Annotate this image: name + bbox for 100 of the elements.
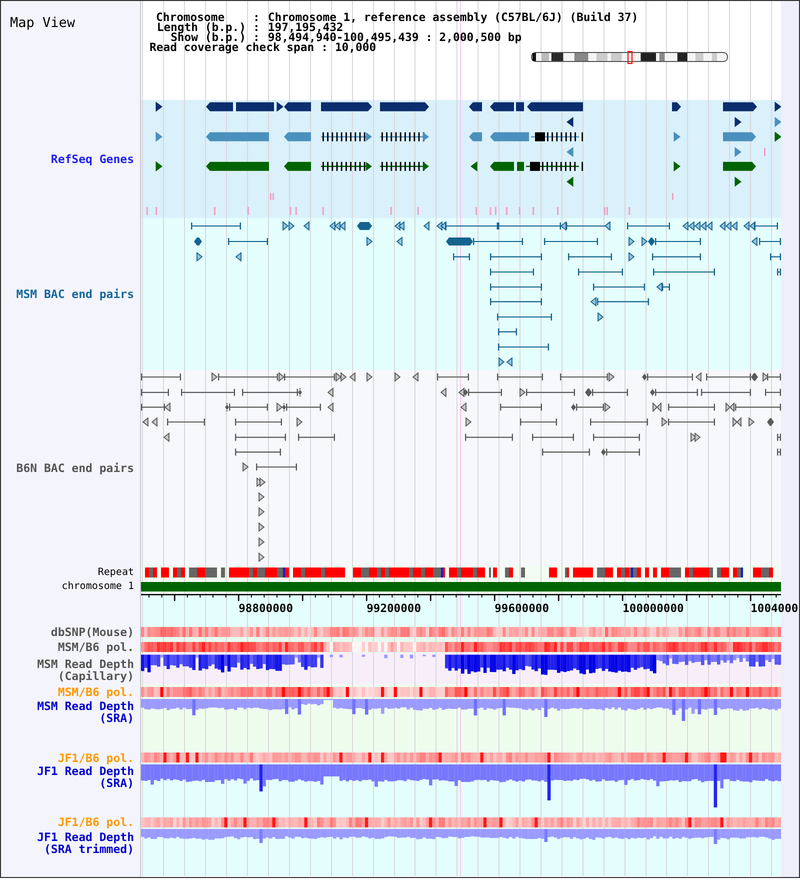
info-value: Chromosome 1, reference assembly (C57BL/6J) (Build 37) bbox=[268, 12, 638, 22]
bac-end-pair-lane bbox=[258, 522, 265, 532]
axis-tick-label: 1004000 bbox=[750, 603, 798, 615]
track-label: MSM Read Depth bbox=[37, 700, 134, 712]
gene-model bbox=[527, 102, 583, 112]
info-separator: : bbox=[253, 22, 260, 32]
bac-end-pair-lane bbox=[256, 477, 266, 488]
gene-model bbox=[284, 132, 311, 142]
bac-end-pair-lane bbox=[498, 344, 549, 350]
bac-end-pair-lane bbox=[498, 357, 512, 367]
track-label: MSM/B6 pol. bbox=[58, 687, 134, 697]
track-label: JF1/B6 pol. bbox=[58, 752, 134, 762]
track-sublabel: (SRA trimmed) bbox=[44, 843, 134, 855]
info-label: Chromosome bbox=[156, 12, 225, 22]
track-label: RefSeq Genes bbox=[50, 152, 134, 166]
gene-model bbox=[490, 132, 529, 142]
gene-model bbox=[380, 162, 429, 171]
page-title: Map View bbox=[10, 15, 76, 31]
track-label: chromosome 1 bbox=[62, 581, 134, 593]
gene-model bbox=[470, 161, 478, 172]
feature-tick bbox=[490, 207, 492, 215]
bac-end-pair-lane bbox=[242, 462, 297, 472]
gene-model bbox=[723, 102, 757, 112]
feature-tick bbox=[532, 207, 534, 215]
gene-model bbox=[566, 176, 574, 187]
gene-model bbox=[206, 102, 233, 112]
info-separator: : bbox=[321, 42, 328, 52]
bac-end-pair-lane bbox=[258, 537, 265, 547]
feature-tick bbox=[247, 207, 249, 215]
feature-tick bbox=[214, 207, 216, 215]
feature-tick bbox=[390, 207, 392, 215]
gene-model bbox=[156, 161, 162, 172]
gene-model bbox=[531, 132, 583, 142]
info-value: 197,195,432 bbox=[268, 22, 344, 32]
feature-tick bbox=[417, 207, 419, 215]
track-label: MSM Read Depth bbox=[37, 658, 134, 670]
gene-model bbox=[672, 102, 681, 112]
gene-model bbox=[490, 162, 514, 171]
gene-model bbox=[674, 132, 680, 142]
track-label: JF1 Read Depth bbox=[37, 765, 134, 777]
gene-model bbox=[284, 162, 311, 171]
feature-tick bbox=[764, 148, 766, 156]
gene-model bbox=[469, 132, 482, 142]
gene-model bbox=[566, 116, 574, 128]
feature-tick bbox=[672, 193, 674, 200]
bac-end-pair-lane bbox=[258, 506, 265, 517]
gene-model bbox=[321, 102, 372, 112]
gene-model bbox=[206, 132, 269, 142]
gene-model bbox=[526, 162, 583, 171]
track-sublabel: (SRA) bbox=[99, 777, 134, 789]
gene-model bbox=[380, 132, 429, 142]
feature-tick bbox=[156, 207, 158, 215]
gene-model bbox=[236, 102, 274, 112]
info-label: Show (b.p.) bbox=[170, 32, 246, 42]
feature-tick bbox=[494, 207, 496, 215]
gene-model bbox=[566, 146, 574, 158]
track-label: JF1/B6 pol. bbox=[58, 817, 134, 828]
gene-model bbox=[321, 162, 372, 171]
gene-model bbox=[321, 132, 372, 142]
info-label: Read coverage check span bbox=[150, 42, 314, 52]
track-label: Repeat bbox=[98, 566, 134, 578]
info-separator: : bbox=[253, 12, 260, 22]
feature-tick bbox=[322, 207, 324, 215]
gene-model bbox=[723, 132, 756, 142]
bac-end-pair-lane bbox=[258, 552, 265, 562]
gene-model bbox=[734, 146, 742, 158]
track-label: dbSNP(Mouse) bbox=[50, 627, 134, 637]
feature-tick bbox=[557, 207, 558, 215]
gene-model bbox=[516, 102, 524, 112]
gene-model bbox=[734, 116, 742, 128]
gene-model bbox=[517, 162, 524, 171]
gene-model bbox=[469, 102, 482, 112]
gene-model bbox=[734, 176, 742, 187]
axis-tick-label: 98800000 bbox=[238, 603, 294, 615]
feature-tick bbox=[518, 207, 520, 215]
bac-end-pair-lane bbox=[498, 328, 517, 336]
track-label: JF1 Read Depth bbox=[37, 831, 134, 843]
gene-model bbox=[156, 132, 162, 142]
region-marker-icon bbox=[628, 51, 632, 64]
feature-tick bbox=[290, 207, 292, 215]
axis-tick-label: 99200000 bbox=[366, 603, 422, 615]
feature-tick bbox=[295, 207, 297, 215]
info-value: 10,000 bbox=[334, 42, 376, 52]
axis-tick-label: 99600000 bbox=[494, 603, 550, 615]
feature-tick bbox=[476, 207, 477, 215]
info-separator: : bbox=[253, 32, 260, 42]
track-sublabel: (SRA) bbox=[99, 712, 134, 724]
gene-model bbox=[380, 102, 429, 112]
gene-model bbox=[156, 102, 162, 112]
feature-tick bbox=[628, 207, 630, 215]
track-label: MSM BAC end pairs bbox=[16, 287, 134, 301]
gene-model bbox=[674, 161, 680, 172]
gene-model bbox=[490, 102, 514, 112]
track-label: MSM/B6 pol. bbox=[58, 642, 134, 652]
track-sublabel: (Capillary) bbox=[58, 670, 134, 682]
feature-tick bbox=[506, 207, 508, 215]
track-label: B6N BAC end pairs bbox=[16, 460, 134, 474]
gene-model bbox=[723, 162, 756, 171]
info-value: 98,494,940-100,495,439 : 2,000,500 bp bbox=[268, 32, 522, 42]
bac-end-pair-lane bbox=[258, 492, 265, 502]
